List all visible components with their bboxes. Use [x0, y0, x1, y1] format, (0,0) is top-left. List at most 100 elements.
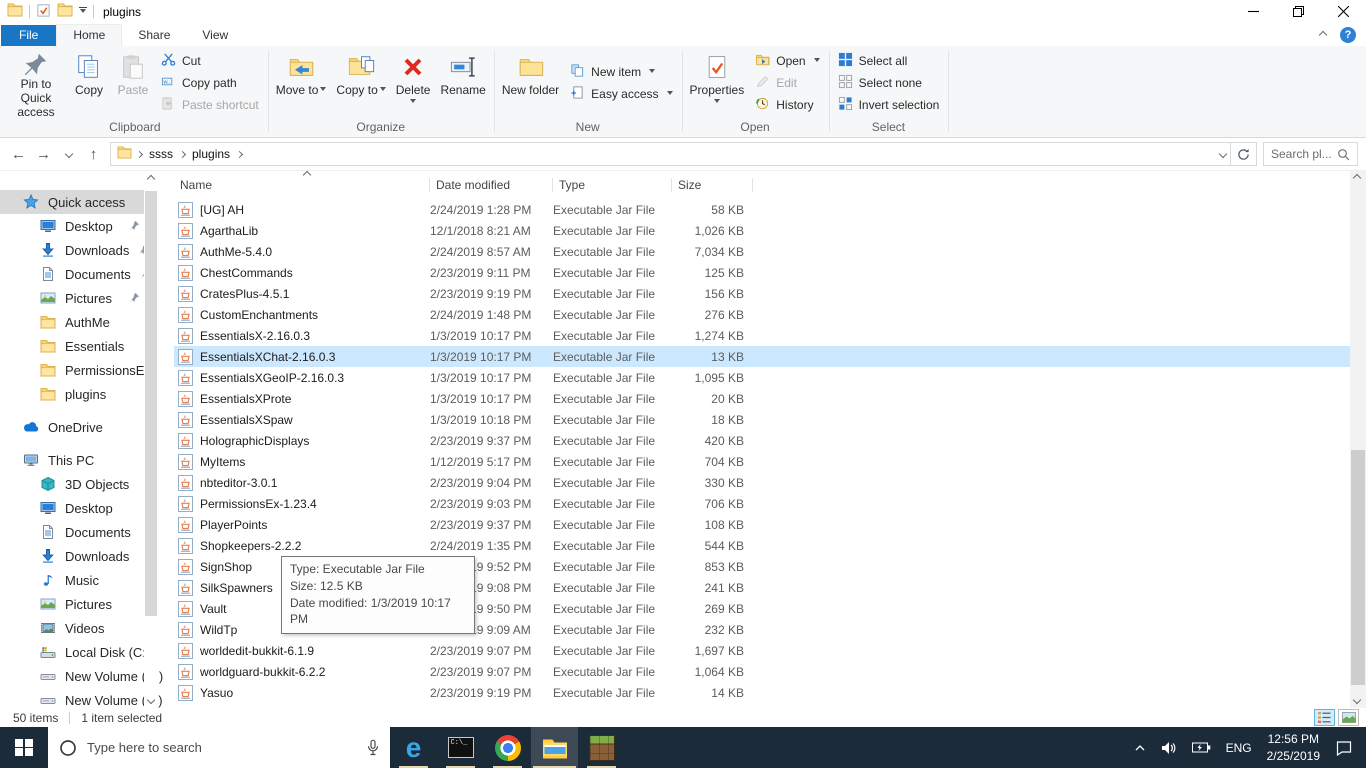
taskbar-edge-button[interactable]: e — [390, 727, 437, 768]
address-dropdown-icon[interactable] — [1218, 149, 1228, 159]
file-row-chestcommands[interactable]: ChestCommands 2/23/2019 9:11 PM Executable… — [174, 262, 1350, 283]
tab-share[interactable]: Share — [122, 25, 186, 46]
file-row-agarthalib[interactable]: AgarthaLib 12/1/2018 8:21 AM Executable Ja… — [174, 220, 1350, 241]
scroll-up-icon[interactable] — [144, 171, 158, 187]
taskbar-chrome-button[interactable] — [484, 727, 531, 768]
easy-access-button[interactable]: Easy access — [570, 84, 673, 105]
copy-path-button[interactable]: w.. Copy path — [161, 73, 259, 94]
file-row-essentialsxgeoip-2-16-0-3[interactable]: EssentialsXGeoIP-2.16.0.3 1/3/2019 10:17 … — [174, 367, 1350, 388]
cut-button[interactable]: Cut — [161, 51, 259, 72]
file-row-permissionsex-1-23-4[interactable]: PermissionsEx-1.23.4 2/23/2019 9:03 PM Exe… — [174, 493, 1350, 514]
tab-file[interactable]: File — [1, 25, 57, 46]
sidebar-item-onedrive[interactable]: OneDrive — [0, 415, 144, 439]
file-row-playerpoints[interactable]: PlayerPoints 2/23/2019 9:37 PM Executable … — [174, 514, 1350, 535]
sidebar-item-documents[interactable]: Documents — [0, 520, 144, 544]
sidebar-item-new-volume-d[interactable]: New Volume (D:) — [0, 664, 163, 688]
sidebar-item-new-volume-e[interactable]: New Volume (E:) — [0, 688, 163, 712]
file-row-authme-5-4-0[interactable]: AuthMe-5.4.0 2/24/2019 8:57 AM Executable … — [174, 241, 1350, 262]
column-header-name[interactable]: Name — [174, 171, 430, 199]
taskbar-command-prompt-button[interactable]: C:\_ — [437, 727, 484, 768]
qat-properties-button[interactable] — [36, 3, 51, 21]
sidebar-item-quick-access[interactable]: Quick access — [0, 190, 144, 214]
back-button[interactable]: ← — [6, 142, 31, 166]
file-row-essentialsxprote[interactable]: EssentialsXProte 1/3/2019 10:17 PM Executa… — [174, 388, 1350, 409]
clock[interactable]: 12:56 PM 2/25/2019 — [1267, 731, 1320, 763]
file-row-nbteditor-3-0-1[interactable]: nbteditor-3.0.1 2/23/2019 9:04 PM Executab… — [174, 472, 1350, 493]
microphone-icon[interactable] — [367, 739, 379, 756]
taskbar-minecraft-button[interactable] — [578, 727, 625, 768]
file-row-shopkeepers-2-2-2[interactable]: Shopkeepers-2.2.2 2/24/2019 1:35 PM Execut… — [174, 535, 1350, 556]
column-header-type[interactable]: Type — [553, 171, 672, 199]
copy-to-button[interactable]: Copy to — [331, 47, 390, 119]
sidebar-item-desktop[interactable]: Desktop — [0, 214, 144, 238]
tab-home[interactable]: Home — [56, 24, 123, 46]
edit-button[interactable]: Edit — [755, 73, 819, 94]
paste-shortcut-button[interactable]: Paste shortcut — [161, 95, 259, 116]
delete-button[interactable]: Delete — [391, 47, 436, 119]
qat-customize-button[interactable] — [79, 6, 87, 16]
scroll-down-icon[interactable] — [144, 692, 158, 708]
pin-to-quick-access-button[interactable]: Pin to Quick access — [5, 47, 67, 119]
file-row-customenchantments[interactable]: CustomEnchantments 2/24/2019 1:48 PM Execu… — [174, 304, 1350, 325]
file-row-holographicdisplays[interactable]: HolographicDisplays 2/23/2019 9:37 PM Exec… — [174, 430, 1350, 451]
file-row-ug-ah[interactable]: [UG] AH 2/24/2019 1:28 PM Executable Jar F… — [174, 199, 1350, 220]
start-button[interactable] — [0, 727, 48, 768]
sidebar-item-this-pc[interactable]: This PC — [0, 448, 144, 472]
sidebar-item-downloads[interactable]: Downloads — [0, 238, 149, 262]
scroll-down-icon[interactable] — [1352, 695, 1362, 705]
invert-selection-button[interactable]: Invert selection — [838, 95, 939, 116]
volume-icon[interactable] — [1161, 741, 1177, 755]
forward-button[interactable]: → — [31, 142, 56, 166]
action-center-icon[interactable] — [1335, 740, 1353, 756]
minimize-button[interactable] — [1231, 0, 1276, 23]
copy-button[interactable]: Copy — [67, 47, 111, 119]
sidebar-item-local-disk-c[interactable]: Local Disk (C:) — [0, 640, 150, 664]
file-row-cratesplus-4-5-1[interactable]: CratesPlus-4.5.1 2/23/2019 9:19 PM Executa… — [174, 283, 1350, 304]
help-icon[interactable]: ? — [1340, 27, 1356, 43]
file-row-yasuo[interactable]: Yasuo 2/23/2019 9:19 PM Executable Jar Fil… — [174, 682, 1350, 703]
file-row-worldguard-bukkit-6-2-2[interactable]: worldguard-bukkit-6.2.2 2/23/2019 9:07 PM… — [174, 661, 1350, 682]
taskbar-file-explorer-button[interactable] — [531, 727, 578, 768]
tab-view[interactable]: View — [186, 25, 244, 46]
sidebar-item-pictures[interactable]: Pictures — [0, 592, 144, 616]
refresh-button[interactable] — [1231, 142, 1257, 166]
sidebar-item-plugins[interactable]: plugins — [0, 382, 144, 406]
sidebar-item-essentials[interactable]: Essentials — [0, 334, 144, 358]
select-none-button[interactable]: Select none — [838, 73, 940, 94]
close-button[interactable] — [1321, 0, 1366, 23]
file-row-essentialsxchat-2-16-0-3[interactable]: EssentialsXChat-2.16.0.3 1/3/2019 10:17 P… — [174, 346, 1350, 367]
qat-newfolder-button[interactable] — [57, 3, 73, 20]
tray-expand-icon[interactable] — [1134, 744, 1146, 752]
sidebar-item-music[interactable]: Music — [0, 568, 144, 592]
scrollbar-thumb[interactable] — [145, 191, 157, 616]
sidebar-item-videos[interactable]: Videos — [0, 616, 144, 640]
breadcrumb-ssss[interactable]: ssss — [147, 147, 175, 161]
language-indicator[interactable]: ENG — [1226, 741, 1252, 755]
up-button[interactable]: ↑ — [81, 142, 106, 166]
sidebar-item-documents[interactable]: Documents — [0, 262, 150, 286]
paste-button[interactable]: Paste — [111, 47, 155, 119]
sidebar-item-desktop[interactable]: Desktop — [0, 496, 144, 520]
open-button[interactable]: Open — [755, 51, 820, 72]
main-scrollbar[interactable] — [1350, 171, 1366, 708]
battery-icon[interactable] — [1191, 742, 1211, 753]
move-to-button[interactable]: Move to — [271, 47, 332, 119]
new-item-button[interactable]: New item — [570, 62, 672, 83]
history-button[interactable]: History — [755, 95, 819, 116]
address-input[interactable]: ssss plugins — [110, 142, 1231, 166]
new-folder-button[interactable]: New folder — [497, 47, 564, 119]
column-header-date-modified[interactable]: Date modified — [430, 171, 553, 199]
sidebar-item-downloads[interactable]: Downloads — [0, 544, 144, 568]
sidebar-item-3d-objects[interactable]: 3D Objects — [0, 472, 144, 496]
taskbar-search-input[interactable]: Type here to search — [48, 727, 390, 768]
column-header-size[interactable]: Size — [672, 171, 753, 199]
rename-button[interactable]: Rename — [435, 47, 490, 119]
minimize-ribbon-icon[interactable] — [1318, 30, 1328, 40]
sidebar-item-authme[interactable]: AuthMe — [0, 310, 144, 334]
file-row-essentialsxspaw[interactable]: EssentialsXSpaw 1/3/2019 10:18 PM Executab… — [174, 409, 1350, 430]
scroll-up-icon[interactable] — [1352, 173, 1362, 183]
file-row-myitems[interactable]: MyItems 1/12/2019 5:17 PM Executable Jar F… — [174, 451, 1350, 472]
properties-button[interactable]: Properties — [685, 47, 750, 119]
large-icons-view-button[interactable] — [1338, 709, 1359, 726]
details-view-button[interactable] — [1314, 709, 1335, 726]
